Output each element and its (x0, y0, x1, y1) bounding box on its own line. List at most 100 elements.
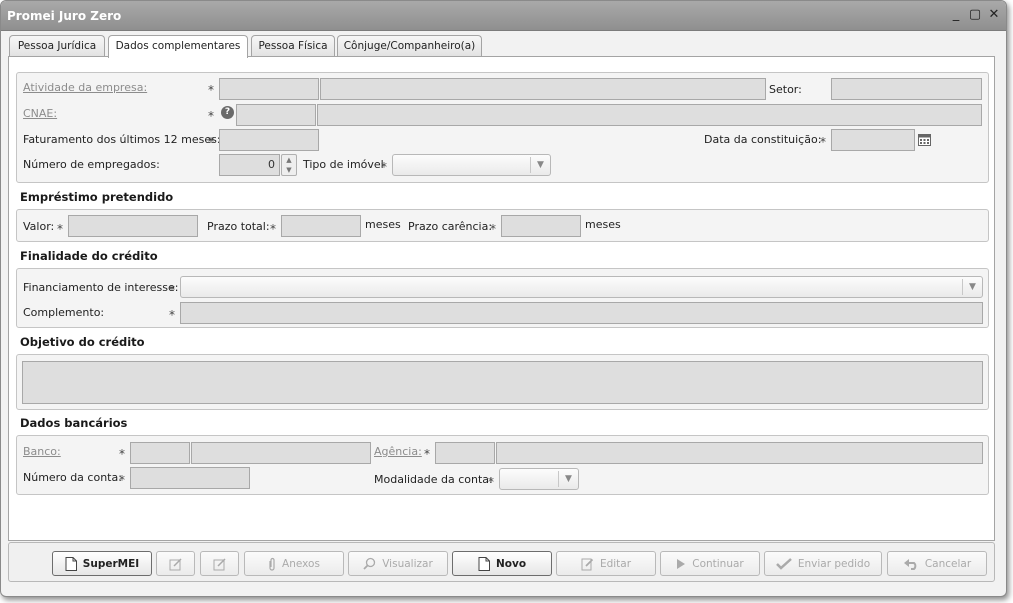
objetivo-textarea[interactable] (22, 361, 983, 404)
spinner-up-icon[interactable]: ▲ (282, 155, 296, 165)
help-icon[interactable]: ? (221, 106, 234, 119)
tipo-imovel-select[interactable]: ▼ (392, 154, 551, 176)
edit-note-button-2[interactable] (200, 551, 239, 576)
required-mark: * (424, 447, 430, 461)
section-title-finalidade: Finalidade do crédito (20, 249, 158, 263)
checkmark-icon (775, 557, 792, 570)
tab-pessoa-fisica[interactable]: Pessoa Física (251, 35, 335, 57)
setor-field[interactable] (831, 78, 982, 100)
calendar-icon[interactable] (918, 134, 931, 146)
conta-field[interactable] (130, 467, 250, 489)
minimize-button[interactable]: _ (948, 7, 964, 23)
required-mark: * (488, 475, 494, 489)
tab-conjuge[interactable]: Cônjuge/Companheiro(a) (337, 35, 482, 57)
data-constituicao-label: Data da constituição: (704, 133, 822, 146)
modalidade-label: Modalidade da conta: (374, 473, 493, 486)
editar-button[interactable]: Editar (556, 551, 656, 576)
continuar-button[interactable]: Continuar (660, 551, 760, 576)
required-mark: * (270, 222, 276, 236)
action-toolbar: SuperMEI Anexos Visualizar Novo Editar C… (8, 542, 995, 582)
required-mark: * (208, 135, 214, 149)
enviar-pedido-button[interactable]: Enviar pedido (764, 551, 882, 576)
prazo-carencia-field[interactable] (501, 215, 581, 237)
emprestimo-panel: Valor: * Prazo total: * meses Prazo carê… (16, 209, 989, 242)
modalidade-select[interactable]: ▼ (499, 468, 579, 490)
new-document-icon (478, 556, 490, 571)
financiamento-select[interactable]: ▼ (180, 276, 983, 298)
required-mark: * (119, 447, 125, 461)
cnae-code-field[interactable] (236, 104, 316, 126)
prazo-carencia-unit: meses (585, 218, 621, 231)
conta-label: Número da conta: (23, 471, 122, 484)
editar-label: Editar (599, 557, 632, 570)
supermei-button[interactable]: SuperMEI (52, 551, 152, 576)
tab-pessoa-juridica[interactable]: Pessoa Jurídica (9, 35, 105, 57)
objetivo-panel (16, 354, 989, 410)
prazo-total-field[interactable] (281, 215, 361, 237)
empregados-label: Número de empregados: (23, 158, 160, 171)
atividade-desc-field[interactable] (320, 78, 766, 100)
cancelar-label: Cancelar (924, 557, 972, 570)
required-mark: * (169, 308, 175, 322)
section-title-bancarios: Dados bancários (20, 416, 128, 430)
document-icon (65, 556, 77, 571)
bancarios-panel: Banco: * Agência: * Número da conta: * M… (16, 435, 989, 495)
edit-note-button[interactable] (156, 551, 195, 576)
required-mark: * (119, 473, 125, 487)
note-edit-icon (169, 557, 182, 570)
banco-code-field[interactable] (130, 442, 190, 464)
novo-button[interactable]: Novo (452, 551, 552, 576)
data-constituicao-field[interactable] (831, 129, 915, 151)
undo-icon (903, 558, 917, 570)
tab-dados-complementares[interactable]: Dados complementares (108, 35, 248, 58)
atividade-label[interactable]: Atividade da empresa: (23, 81, 147, 94)
visualizar-button[interactable]: Visualizar (348, 551, 448, 576)
note-edit-icon (213, 557, 226, 570)
supermei-label: SuperMEI (82, 557, 140, 570)
company-panel: Atividade da empresa: * Setor: CNAE: * ?… (16, 72, 989, 183)
chevron-down-icon[interactable]: ▼ (962, 279, 982, 295)
magnifier-icon (363, 557, 376, 570)
pencil-icon (581, 558, 594, 570)
maximize-button[interactable]: ▢ (967, 7, 983, 23)
required-mark: * (381, 160, 387, 174)
window-title: Promei Juro Zero (7, 9, 122, 23)
tab-content: Atividade da empresa: * Setor: CNAE: * ?… (8, 56, 995, 541)
faturamento-label: Faturamento dos últimos 12 meses: (23, 133, 221, 146)
empregados-field[interactable]: 0 (219, 154, 280, 176)
required-mark: * (57, 222, 63, 236)
title-bar: Promei Juro Zero _ ▢ ✕ (1, 1, 1006, 31)
visualizar-label: Visualizar (382, 557, 433, 570)
chevron-down-icon[interactable]: ▼ (558, 471, 578, 487)
prazo-total-label: Prazo total: (207, 220, 270, 233)
cnae-desc-field[interactable] (317, 104, 982, 126)
play-icon (677, 558, 686, 569)
banco-label[interactable]: Banco: (23, 445, 61, 458)
agencia-name-field[interactable] (496, 442, 983, 464)
required-mark: * (490, 222, 496, 236)
spinner-down-icon[interactable]: ▼ (282, 165, 296, 175)
agencia-label[interactable]: Agência: (374, 445, 422, 458)
continuar-label: Continuar (692, 557, 744, 570)
prazo-total-unit: meses (365, 218, 401, 231)
chevron-down-icon[interactable]: ▼ (530, 157, 550, 173)
complemento-label: Complemento: (23, 306, 105, 319)
close-button[interactable]: ✕ (986, 7, 1002, 23)
cancelar-button[interactable]: Cancelar (887, 551, 987, 576)
anexos-label: Anexos (282, 557, 320, 570)
faturamento-field[interactable] (219, 129, 319, 151)
finalidade-panel: Financiamento de interesse: * ▼ Compleme… (16, 268, 989, 328)
complemento-field[interactable] (180, 302, 983, 324)
tipo-imovel-label: Tipo de imóvel (303, 158, 384, 171)
financiamento-label: Financiamento de interesse: (23, 281, 179, 294)
valor-field[interactable] (68, 215, 198, 237)
cnae-label[interactable]: CNAE: (23, 107, 57, 120)
section-title-emprestimo: Empréstimo pretendido (20, 190, 174, 204)
setor-label: Setor: (769, 83, 802, 96)
banco-name-field[interactable] (191, 442, 371, 464)
agencia-code-field[interactable] (435, 442, 495, 464)
atividade-code-field[interactable] (219, 78, 319, 100)
main-window: Promei Juro Zero _ ▢ ✕ Pessoa Jurídica D… (0, 0, 1007, 597)
empregados-spinner[interactable]: ▲ ▼ (281, 154, 297, 176)
anexos-button[interactable]: Anexos (244, 551, 344, 576)
